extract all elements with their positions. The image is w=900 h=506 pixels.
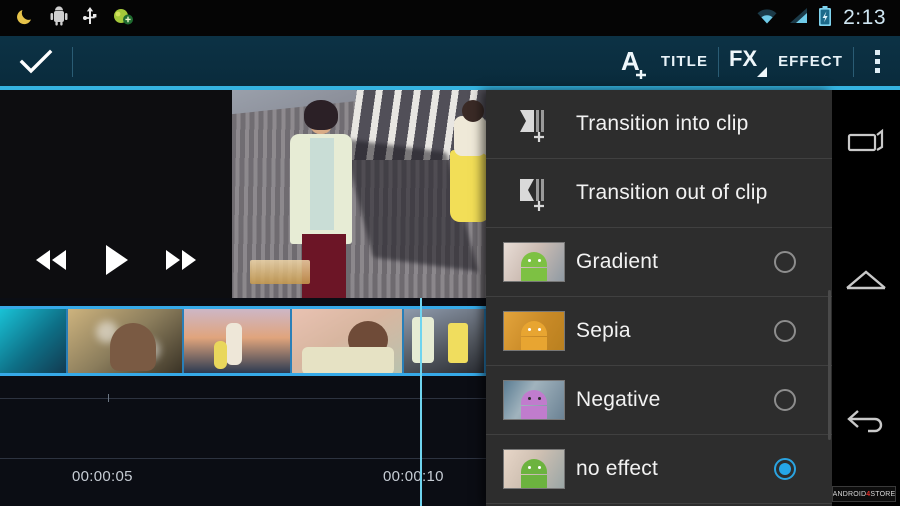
app-update-icon [112, 6, 134, 31]
preview-frame [232, 90, 486, 298]
sepia-radio-button[interactable] [774, 320, 796, 342]
video-preview[interactable] [0, 90, 486, 298]
overflow-dot-3 [874, 68, 880, 73]
clip-thumbnail[interactable] [68, 309, 184, 373]
recent-apps-icon [847, 128, 884, 151]
add-effect-button[interactable]: FX EFFECT [719, 36, 853, 87]
fast-forward-button[interactable] [161, 247, 201, 273]
menu-item-gradient[interactable]: Gradient [486, 228, 832, 297]
menu-item-label: no effect [576, 457, 658, 480]
android-bot-icon [521, 321, 547, 350]
transition-out-icon [502, 171, 566, 215]
sepia-preview-thumbnail [503, 311, 565, 351]
timeline-time-label: 00:00:10 [383, 468, 444, 485]
effect-thumbnail-icon [502, 242, 566, 282]
status-bar: 2:13 [0, 0, 900, 36]
clip-thumbnail[interactable] [0, 309, 68, 373]
usb-icon [82, 6, 98, 31]
menu-item-sepia[interactable]: Sepia [486, 297, 832, 366]
add-title-button[interactable]: A TITLE [610, 36, 718, 87]
timeline-time-label: 00:00:05 [72, 468, 133, 485]
menu-item-transition-into-clip[interactable]: Transition into clip [486, 90, 832, 159]
playback-controls [0, 230, 232, 290]
clip-thumbnail[interactable] [404, 309, 486, 373]
signal-icon [787, 6, 809, 31]
effect-label: EFFECT [778, 53, 843, 70]
rewind-button[interactable] [31, 247, 71, 273]
clip-thumbnail[interactable] [184, 309, 292, 373]
preview-channel-logo [250, 260, 310, 284]
wifi-icon [755, 6, 779, 31]
preview-subject-shirt [310, 138, 334, 230]
play-icon [106, 245, 128, 275]
android-bot-icon [521, 252, 547, 281]
effect-thumbnail-icon [502, 311, 566, 351]
menu-item-negative[interactable]: Negative [486, 366, 832, 435]
timeline-track-divider [0, 458, 486, 459]
menu-item-transition-out-of-clip[interactable]: Transition out of clip [486, 159, 832, 228]
timeline-tick [108, 394, 109, 402]
checkmark-icon [19, 49, 53, 73]
confirm-button[interactable] [0, 36, 72, 87]
negative-radio-button[interactable] [774, 389, 796, 411]
rewind-icon [36, 250, 66, 270]
watermark-text-after: STORE [870, 490, 896, 498]
negative-preview-thumbnail [503, 380, 565, 420]
android-bot-icon [521, 390, 547, 419]
back-icon [847, 409, 883, 433]
overflow-dot-1 [874, 50, 880, 55]
menu-item-label: Sepia [576, 319, 631, 342]
fx-icon: FX [729, 46, 768, 77]
video-track-selected-clip[interactable] [0, 306, 486, 376]
clip-thumbnail[interactable] [292, 309, 404, 373]
transition-in-icon [502, 102, 566, 146]
menu-item-label: Negative [576, 388, 661, 411]
status-bar-notifications [0, 5, 134, 31]
menu-item-no-effect[interactable]: no effect [486, 435, 832, 504]
recent-apps-button[interactable] [832, 90, 900, 195]
site-watermark: ANDROID4STORE [832, 486, 896, 502]
add-text-icon: A [621, 46, 646, 79]
system-navigation-bar [832, 90, 900, 506]
preview-second-subject-skirt [450, 150, 486, 222]
effect-thumbnail-icon [502, 380, 566, 420]
home-button[interactable] [832, 229, 900, 334]
preview-subject-hair [304, 100, 338, 130]
video-editor-screen: 2:13 A TITLE FX EFFECT 00:00:05 00:00:10… [0, 0, 900, 506]
menu-item-label: Transition into clip [576, 112, 749, 135]
svg-text:FX: FX [729, 46, 757, 71]
no-effect-radio-button[interactable] [774, 458, 796, 480]
title-label: TITLE [660, 53, 709, 70]
back-button[interactable] [832, 367, 900, 472]
overflow-dot-2 [874, 59, 880, 64]
preview-second-subject-head [462, 100, 484, 122]
effect-thumbnail-icon [502, 449, 566, 489]
effect-dropdown-menu[interactable]: Transition into clip Transition out of c… [486, 90, 832, 506]
no-effect-preview-thumbnail [503, 449, 565, 489]
gradient-preview-thumbnail [503, 242, 565, 282]
action-bar: A TITLE FX EFFECT [0, 36, 900, 87]
menu-scrollbar[interactable] [828, 290, 831, 440]
battery-charging-icon [817, 5, 833, 32]
watermark-text-before: ANDROID [832, 490, 867, 498]
timeline-ruler-line [0, 398, 486, 399]
status-clock: 2:13 [843, 6, 886, 29]
home-icon [846, 270, 886, 290]
status-bar-system-icons: 2:13 [755, 5, 900, 32]
menu-item-label: Transition out of clip [576, 181, 768, 204]
menu-item-label: Gradient [576, 250, 659, 273]
play-button[interactable] [101, 243, 131, 277]
gradient-radio-button[interactable] [774, 251, 796, 273]
action-bar-divider-1 [72, 46, 73, 77]
preview-second-subject-top [454, 116, 486, 156]
fast-forward-icon [166, 250, 196, 270]
moon-icon [16, 6, 36, 31]
android-debug-icon [50, 5, 68, 31]
timeline-playhead[interactable] [420, 298, 422, 506]
android-bot-icon [521, 459, 547, 488]
overflow-menu-button[interactable] [854, 36, 900, 87]
svg-text:A: A [621, 46, 640, 76]
